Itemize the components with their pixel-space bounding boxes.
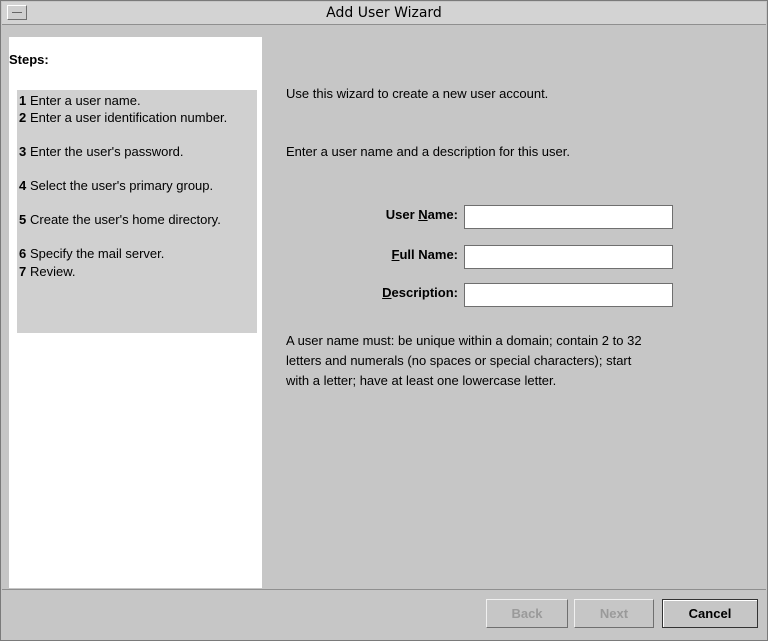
window-title: Add User Wizard [326,5,442,21]
step-text: Enter the user's password. [30,144,184,159]
full-name-label: Full Name: [391,247,458,262]
wizard-window: Add User Wizard Steps: 1 Enter a user na… [0,0,768,641]
instruction-text: Enter a user name and a description for … [286,144,570,159]
step-text: Select the user's primary group. [30,178,214,193]
step-text: Enter a user identification number. [30,110,228,125]
step-number: 1 [19,93,27,108]
cancel-button[interactable]: Cancel [662,599,758,628]
button-bar: Back Next Cancel [2,589,766,640]
step-number: 7 [19,264,27,279]
main-pane: Use this wizard to create a new user acc… [262,37,765,588]
intro-text: Use this wizard to create a new user acc… [286,86,549,101]
rules-line: with a letter; have at least one lowerca… [286,373,557,388]
steps-list: 1 Enter a user name. 2 Enter a user iden… [17,90,257,333]
next-button[interactable]: Next [574,599,654,628]
step-number: 2 [19,110,27,125]
step-number: 6 [19,246,27,261]
user-name-label: User Name: [385,207,458,222]
step-number: 3 [19,144,27,159]
steps-heading: Steps: [9,52,49,67]
user-name-input[interactable] [464,205,673,229]
rules-line: A user name must: be unique within a dom… [286,333,642,348]
rules-line: letters and numerals (no spaces or speci… [286,353,632,368]
description-input[interactable] [464,283,673,307]
title-bar[interactable]: Add User Wizard [2,2,766,25]
step-text: Create the user's home directory. [30,212,221,227]
step-text: Enter a user name. [30,93,141,108]
step-text: Specify the mail server. [30,246,165,261]
steps-pane: Steps: 1 Enter a user name. 2 Enter a us… [9,37,262,588]
description-label: Description: [382,285,458,300]
step-text: Review. [30,264,76,279]
step-number: 5 [19,212,27,227]
full-name-input[interactable] [464,245,673,269]
step-number: 4 [19,178,27,193]
back-button[interactable]: Back [486,599,568,628]
